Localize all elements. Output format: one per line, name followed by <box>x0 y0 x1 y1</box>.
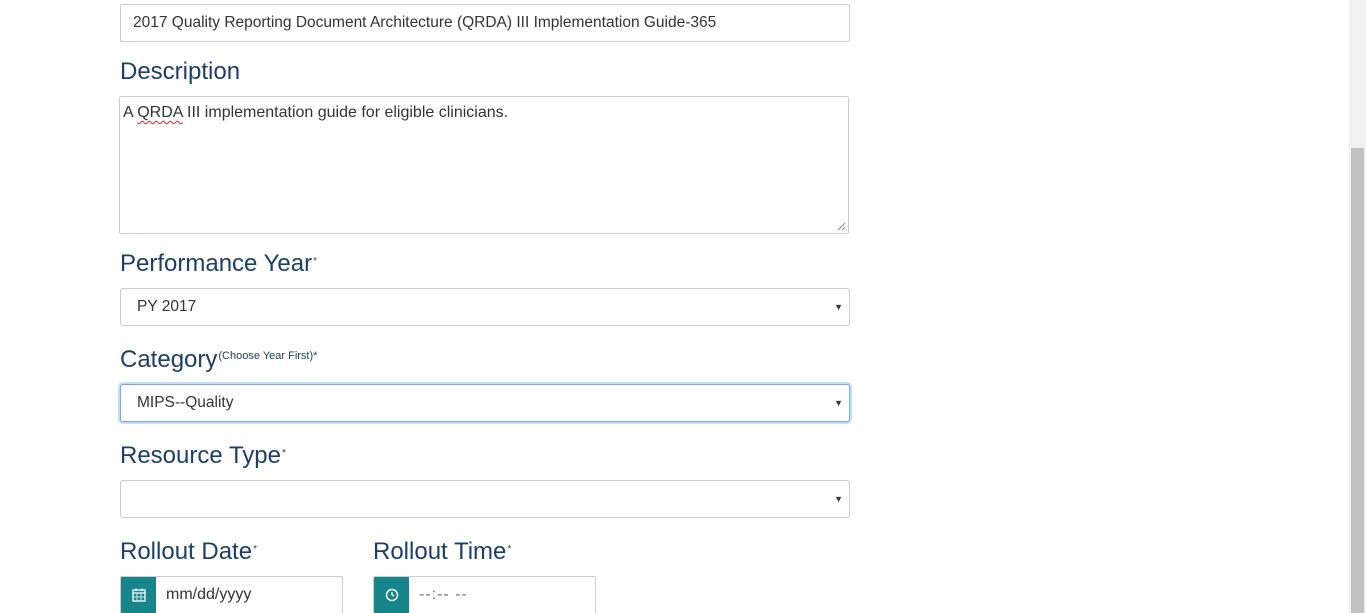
resource-type-label: Resource Type* <box>120 442 286 469</box>
rollout-time-label: Rollout Time* <box>373 538 512 565</box>
rollout-time-input[interactable]: --:-- -- <box>409 577 595 613</box>
category-hint: (Choose Year First)* <box>218 350 318 362</box>
performance-year-select[interactable]: PY 2017 ▼ <box>120 288 850 326</box>
caret-down-icon: ▼ <box>834 494 843 504</box>
clock-icon[interactable] <box>374 577 409 613</box>
category-select[interactable]: MIPS--Quality ▼ <box>120 384 850 422</box>
required-mark: * <box>253 544 257 555</box>
description-textarea[interactable]: A QRDA III implementation guide for elig… <box>119 96 849 234</box>
page: 2017 Quality Reporting Document Architec… <box>0 0 1366 613</box>
rollout-time-group: --:-- -- <box>373 576 596 613</box>
resource-type-select[interactable]: ▼ <box>120 480 850 518</box>
performance-year-label: Performance Year* <box>120 250 318 277</box>
required-mark: * <box>507 544 512 555</box>
required-mark: * <box>313 256 318 267</box>
title-input-value: 2017 Quality Reporting Document Architec… <box>133 14 717 31</box>
title-input[interactable]: 2017 Quality Reporting Document Architec… <box>120 4 850 42</box>
caret-down-icon: ▼ <box>834 302 843 312</box>
resize-handle-icon[interactable] <box>837 222 846 231</box>
performance-year-value: PY 2017 <box>137 298 197 315</box>
category-label: Category(Choose Year First)* <box>120 346 318 373</box>
rollout-date-group: mm/dd/yyyy <box>120 576 343 613</box>
caret-down-icon: ▼ <box>834 398 843 408</box>
rollout-date-label: Rollout Date* <box>120 538 257 565</box>
calendar-icon[interactable] <box>121 577 156 613</box>
category-value: MIPS--Quality <box>137 394 234 411</box>
vertical-scrollbar[interactable] <box>1349 0 1366 613</box>
misspelled-word: QRDA <box>137 104 183 121</box>
required-mark: * <box>281 448 286 459</box>
rollout-date-input[interactable]: mm/dd/yyyy <box>156 577 342 613</box>
scrollbar-thumb[interactable] <box>1351 148 1364 613</box>
description-label: Description <box>120 58 241 85</box>
